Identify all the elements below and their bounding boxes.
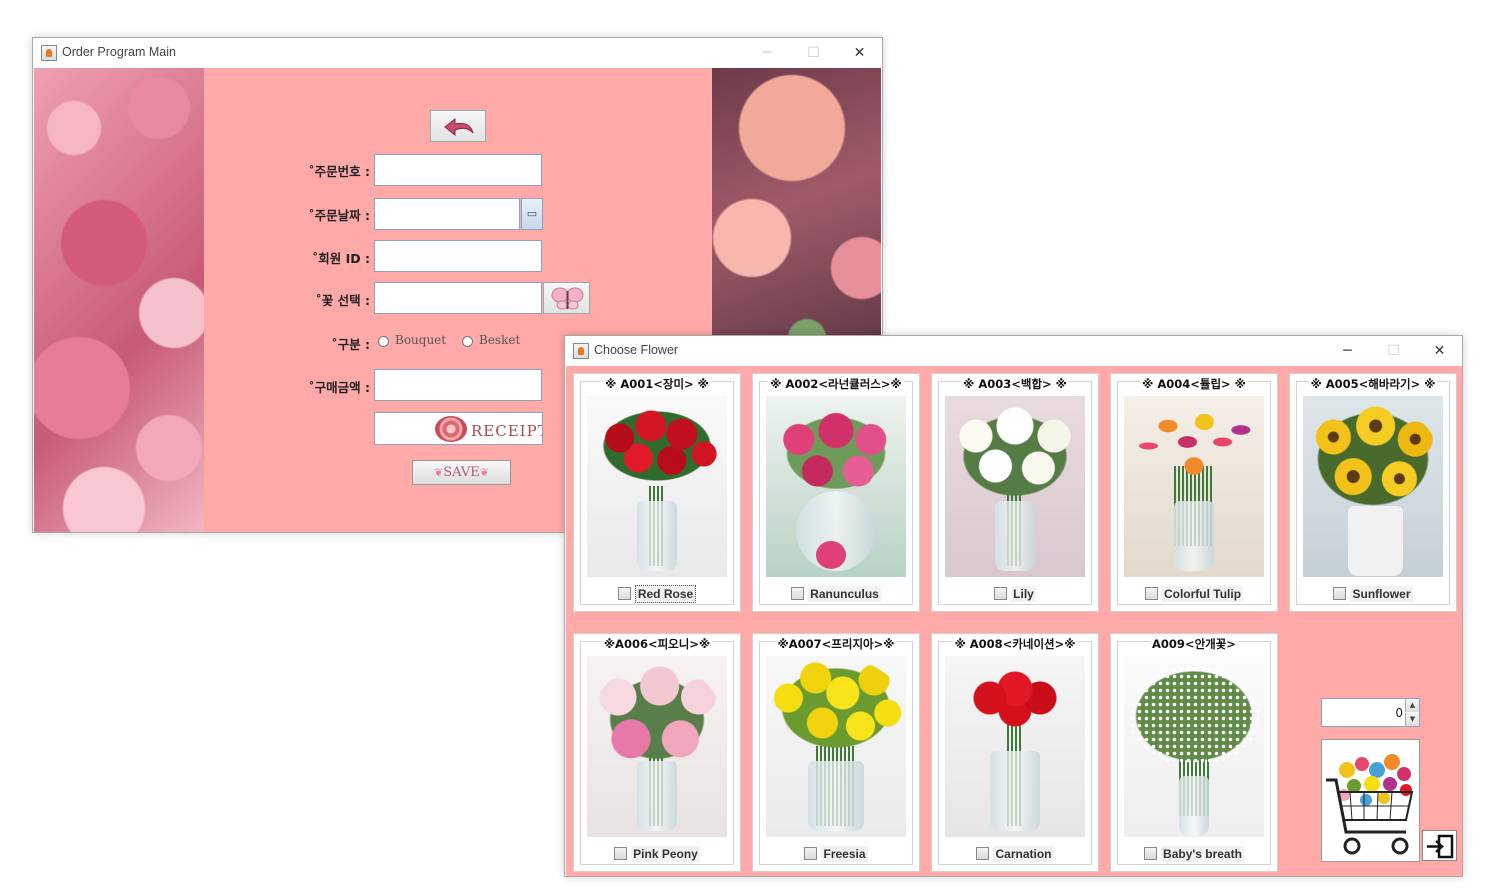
- flower-card-a009: A009<안개꽃> Baby's breath: [1110, 633, 1278, 872]
- shopping-cart-icon: [1326, 754, 1414, 855]
- exit-door-icon: [1427, 834, 1454, 859]
- flower-card-a007: ※A007<프리지아>※ Freesia: [752, 633, 920, 872]
- choose-flower-window: Choose Flower ─ ☐ ✕ ※ A001<장미> ※ Red Ros…: [564, 335, 1463, 877]
- flower-name: Baby's breath: [1161, 845, 1244, 862]
- rose-background-image-left: [34, 68, 204, 532]
- butterfly-icon: ❦: [479, 466, 489, 479]
- spinner-up-icon[interactable]: ▲: [1405, 699, 1419, 712]
- back-button[interactable]: [430, 110, 486, 142]
- order-number-label: ˚주문번호 :: [308, 164, 370, 179]
- category-label: ˚구분 :: [331, 337, 370, 352]
- flower-code: ※ A004<튤립> ※: [1140, 377, 1248, 391]
- java-app-icon: [41, 45, 57, 61]
- freesia-image: [766, 656, 906, 837]
- freesia-checkbox[interactable]: [804, 847, 818, 860]
- cart-button[interactable]: [1321, 739, 1420, 862]
- quantity-value: 0: [1395, 706, 1403, 720]
- window-title: Choose Flower: [594, 343, 679, 357]
- flower-name: Freesia: [821, 845, 868, 862]
- lily-checkbox[interactable]: [994, 587, 1008, 600]
- carnation-image: [945, 656, 1085, 837]
- rose-background-image-right: [712, 68, 881, 368]
- flower-name: Carnation: [993, 845, 1054, 862]
- calendar-button[interactable]: ▭: [521, 198, 543, 230]
- order-date-field[interactable]: [374, 198, 520, 230]
- flower-name: Pink Peony: [631, 845, 700, 862]
- amount-label: ˚구매금액 :: [308, 380, 370, 395]
- minimize-button[interactable]: ─: [1325, 336, 1370, 366]
- flower-card-a004: ※ A004<튤립> ※ Colorful Tulip: [1110, 373, 1278, 612]
- sunflower-image: [1303, 396, 1443, 577]
- ranunculus-image: [766, 396, 906, 577]
- ranunculus-checkbox[interactable]: [791, 587, 805, 600]
- flower-grid-panel: ※ A001<장미> ※ Red Rose ※ A002<라넌큘러스>※ Ran…: [566, 366, 1462, 876]
- tulip-image: [1124, 396, 1264, 577]
- carnation-checkbox[interactable]: [976, 847, 990, 860]
- rose-icon: [435, 416, 467, 442]
- peony-image: [587, 656, 727, 837]
- flower-select-label: ˚꽃 선택 :: [315, 293, 370, 308]
- flower-card-a002: ※ A002<라넌큘러스>※ Ranunculus: [752, 373, 920, 612]
- flower-code: ※ A008<카네이션>※: [952, 637, 1078, 651]
- flower-code: ※A007<프리지아>※: [775, 637, 897, 651]
- flower-card-a005: ※ A005<해바라기> ※ Sunflower: [1289, 373, 1457, 612]
- maximize-button[interactable]: ☐: [791, 38, 836, 68]
- flower-code: A009<안개꽃>: [1150, 637, 1238, 651]
- choose-flower-button[interactable]: [543, 282, 590, 314]
- spinner-down-icon[interactable]: ▼: [1405, 713, 1419, 726]
- flower-card-a001: ※ A001<장미> ※ Red Rose: [573, 373, 741, 612]
- flower-name: Sunflower: [1350, 585, 1413, 602]
- flower-name: Ranunculus: [808, 585, 881, 602]
- peony-checkbox[interactable]: [614, 847, 628, 860]
- order-date-label: ˚주문날짜 :: [308, 208, 370, 223]
- receipt-label: RECEIPT: [471, 422, 543, 440]
- flower-code: ※ A002<라넌큘러스>※: [768, 377, 904, 391]
- calendar-icon: ▭: [526, 207, 538, 220]
- title-bar[interactable]: Choose Flower ─ ☐ ✕: [565, 336, 1462, 366]
- flower-code: ※ A003<백합> ※: [961, 377, 1069, 391]
- basket-radio-label: Besket: [479, 333, 521, 347]
- close-button[interactable]: ✕: [1417, 336, 1462, 366]
- flower-card-a003: ※ A003<백합> ※ Lily: [931, 373, 1099, 612]
- member-id-label: ˚회원 ID :: [312, 251, 370, 266]
- amount-field[interactable]: [374, 369, 542, 401]
- back-arrow-icon: [444, 117, 474, 137]
- flower-name: Colorful Tulip: [1161, 585, 1244, 602]
- flower-card-a006: ※A006<피오니>※ Pink Peony: [573, 633, 741, 872]
- exit-button[interactable]: [1422, 830, 1457, 861]
- lily-image: [945, 396, 1085, 577]
- save-button[interactable]: ❦SAVE❦: [412, 460, 511, 485]
- member-id-field[interactable]: [374, 240, 542, 272]
- flower-code: ※ A005<해바라기> ※: [1308, 377, 1438, 391]
- receipt-button[interactable]: RECEIPT: [374, 412, 543, 445]
- minimize-button[interactable]: ─: [745, 38, 790, 68]
- bouquet-radio[interactable]: [378, 336, 389, 347]
- flower-name: Lily: [1011, 585, 1036, 602]
- babys-breath-image: [1124, 656, 1264, 837]
- tulip-checkbox[interactable]: [1144, 587, 1158, 600]
- flower-name: Red Rose: [634, 584, 697, 603]
- save-label: SAVE: [443, 465, 480, 480]
- flower-select-field[interactable]: [374, 282, 542, 314]
- flower-card-a008: ※ A008<카네이션>※ Carnation: [931, 633, 1099, 872]
- maximize-button[interactable]: ☐: [1371, 336, 1416, 366]
- title-bar[interactable]: Order Program Main ─ ☐ ✕: [33, 38, 882, 68]
- basket-radio[interactable]: [462, 336, 473, 347]
- red-rose-checkbox[interactable]: [617, 587, 631, 600]
- red-rose-image: [587, 396, 727, 577]
- butterfly-icon: [551, 287, 584, 310]
- butterfly-icon: ❦: [434, 466, 444, 479]
- babys-breath-checkbox[interactable]: [1144, 847, 1158, 860]
- window-title: Order Program Main: [62, 45, 176, 59]
- bouquet-radio-label: Bouquet: [395, 333, 447, 347]
- sunflower-checkbox[interactable]: [1333, 587, 1347, 600]
- order-number-field[interactable]: [374, 154, 542, 186]
- flower-code: ※A006<피오니>※: [601, 637, 713, 651]
- quantity-spinner[interactable]: 0 ▲ ▼: [1321, 698, 1420, 727]
- flower-code: ※ A001<장미> ※: [603, 377, 711, 391]
- java-app-icon: [573, 343, 589, 359]
- close-button[interactable]: ✕: [837, 38, 882, 68]
